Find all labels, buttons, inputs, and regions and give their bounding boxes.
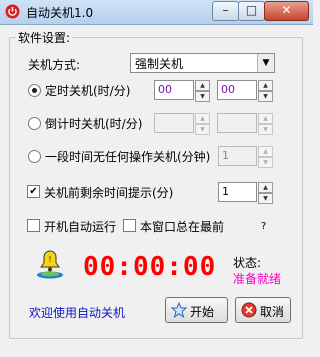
spin-down-icon[interactable]: ▼ xyxy=(258,157,273,168)
close-button[interactable]: ✕ xyxy=(264,1,309,21)
topmost-label: 本窗口总在最前 xyxy=(140,220,225,234)
help-link[interactable]: ? xyxy=(261,221,266,232)
shutdown-mode-select[interactable]: 强制关机 ▼ xyxy=(130,53,275,73)
settings-group-label: 软件设置: xyxy=(16,29,73,46)
scheduled-minute-spinner[interactable]: ▲ ▼ xyxy=(258,80,273,102)
spin-down-icon[interactable]: ▼ xyxy=(258,193,273,204)
star-icon xyxy=(171,302,187,318)
autorun-checkbox[interactable] xyxy=(27,219,40,232)
start-button[interactable]: 开始 xyxy=(165,297,228,323)
spin-up-icon[interactable]: ▲ xyxy=(258,113,273,124)
cancel-icon xyxy=(241,302,257,318)
power-app-icon xyxy=(5,4,20,19)
countdown-hour-spinner[interactable]: ▲ ▼ xyxy=(195,113,210,135)
spin-down-icon[interactable]: ▼ xyxy=(258,91,273,102)
chevron-down-icon[interactable]: ▼ xyxy=(257,54,274,72)
cancel-button[interactable]: 取消 xyxy=(235,297,291,323)
scheduled-label: 定时关机(时/分) xyxy=(45,84,131,98)
idle-minutes-input[interactable]: 1 xyxy=(218,146,257,166)
svg-text:!: ! xyxy=(48,255,51,264)
spin-up-icon[interactable]: ▲ xyxy=(258,80,273,91)
start-button-label: 开始 xyxy=(190,305,215,319)
idle-radio[interactable] xyxy=(28,150,41,163)
countdown-clock: 00:00:00 xyxy=(83,252,217,282)
countdown-minute-spinner[interactable]: ▲ ▼ xyxy=(258,113,273,135)
minimize-button[interactable]: – xyxy=(212,1,239,21)
spin-down-icon[interactable]: ▼ xyxy=(195,91,210,102)
spin-up-icon[interactable]: ▲ xyxy=(258,182,273,193)
autorun-label: 开机自动运行 xyxy=(44,220,117,234)
countdown-hour-input[interactable] xyxy=(154,113,194,133)
spin-up-icon[interactable]: ▲ xyxy=(258,146,273,157)
remind-minutes-spinner[interactable]: ▲ ▼ xyxy=(258,182,273,204)
scheduled-hour-spinner[interactable]: ▲ ▼ xyxy=(195,80,210,102)
status-value: 准备就绪 xyxy=(233,272,282,286)
status-label: 状态: xyxy=(233,256,262,270)
idle-minutes-spinner[interactable]: ▲ ▼ xyxy=(258,146,273,168)
scheduled-radio[interactable] xyxy=(28,84,41,97)
idle-label: 一段时间无任何操作关机(分钟) xyxy=(45,150,211,164)
shutdown-mode-label: 关机方式: xyxy=(28,58,81,72)
title-bar: 自动关机1.0 – □ ✕ xyxy=(0,0,313,25)
topmost-checkbox[interactable] xyxy=(123,219,136,232)
countdown-minute-input[interactable] xyxy=(217,113,257,133)
scheduled-hour-input[interactable]: 00 xyxy=(154,80,194,100)
remind-checkbox[interactable]: ✔ xyxy=(27,185,40,198)
alarm-bell-icon: ! xyxy=(37,250,63,279)
countdown-radio[interactable] xyxy=(28,117,41,130)
countdown-label: 倒计时关机(时/分) xyxy=(45,117,143,131)
remind-label: 关机前剩余时间提示(分) xyxy=(44,186,174,200)
spin-up-icon[interactable]: ▲ xyxy=(195,113,210,124)
spin-up-icon[interactable]: ▲ xyxy=(195,80,210,91)
remind-minutes-input[interactable]: 1 xyxy=(218,182,257,202)
welcome-text: 欢迎使用自动关机 xyxy=(29,306,126,320)
spin-down-icon[interactable]: ▼ xyxy=(258,124,273,135)
spin-down-icon[interactable]: ▼ xyxy=(195,124,210,135)
maximize-button[interactable]: □ xyxy=(238,1,265,21)
cancel-button-label: 取消 xyxy=(260,305,285,319)
shutdown-mode-value: 强制关机 xyxy=(135,57,184,71)
scheduled-minute-input[interactable]: 00 xyxy=(217,80,257,100)
window-title: 自动关机1.0 xyxy=(26,6,94,20)
